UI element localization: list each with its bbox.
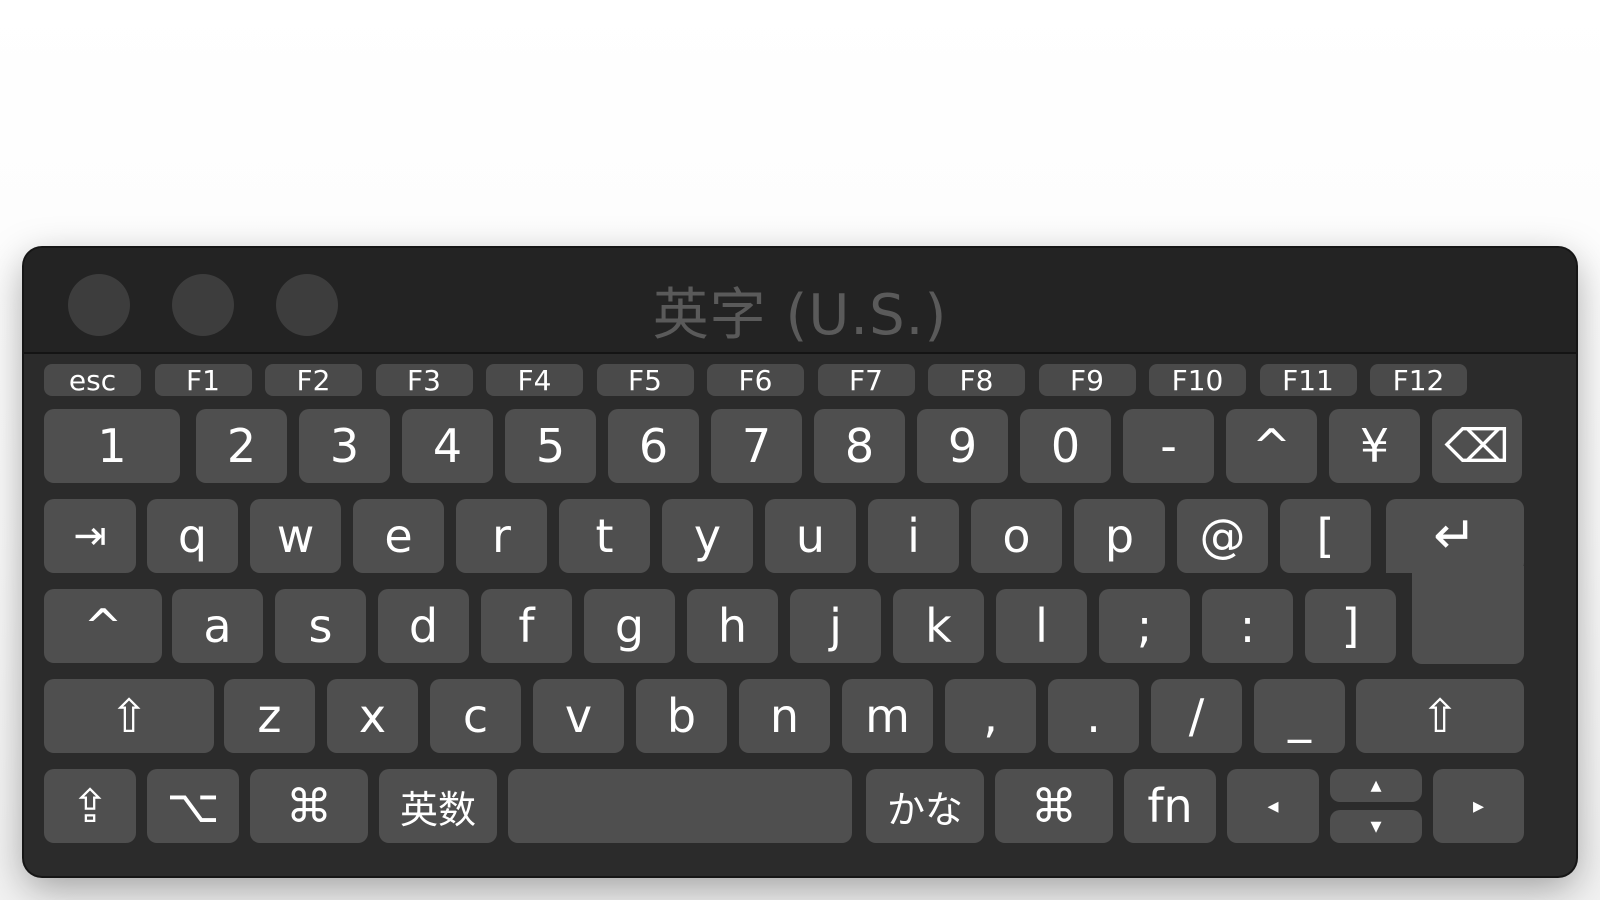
- key-eisu[interactable]: 英数: [379, 769, 497, 843]
- key-comma[interactable]: ,: [945, 679, 1036, 753]
- key-f11[interactable]: F11: [1259, 364, 1357, 397]
- key-6[interactable]: 6: [608, 409, 699, 483]
- key-s[interactable]: s: [275, 589, 366, 663]
- key-minus[interactable]: -: [1123, 409, 1214, 483]
- key-5[interactable]: 5: [505, 409, 596, 483]
- key-f10[interactable]: F10: [1149, 364, 1246, 397]
- key-w[interactable]: w: [250, 499, 341, 573]
- key-8[interactable]: 8: [814, 409, 905, 483]
- key-period[interactable]: .: [1048, 679, 1139, 753]
- key-shift-right[interactable]: ⇧: [1356, 679, 1524, 753]
- key-f5[interactable]: F5: [596, 364, 694, 397]
- key-f1[interactable]: F1: [154, 364, 252, 397]
- key-l[interactable]: l: [996, 589, 1087, 663]
- key-p[interactable]: p: [1074, 499, 1165, 573]
- key-0[interactable]: 0: [1020, 409, 1111, 483]
- key-colon[interactable]: :: [1202, 589, 1293, 663]
- key-i[interactable]: i: [868, 499, 959, 573]
- key-f4[interactable]: F4: [486, 364, 583, 397]
- key-control[interactable]: ^: [44, 589, 162, 663]
- key-a[interactable]: a: [172, 589, 263, 663]
- key-3[interactable]: 3: [299, 409, 390, 483]
- key-u[interactable]: u: [765, 499, 856, 573]
- key-k[interactable]: k: [893, 589, 984, 663]
- key-return-lower[interactable]: [1412, 566, 1524, 664]
- key-tab[interactable]: ⇥: [44, 499, 136, 573]
- key-f8[interactable]: F8: [928, 364, 1025, 397]
- key-caret[interactable]: ^: [1226, 409, 1317, 483]
- key-underscore[interactable]: _: [1254, 679, 1345, 753]
- key-q[interactable]: q: [147, 499, 238, 573]
- key-2[interactable]: 2: [196, 409, 287, 483]
- key-1[interactable]: 1: [44, 409, 180, 483]
- key-h[interactable]: h: [687, 589, 778, 663]
- key-x[interactable]: x: [327, 679, 418, 753]
- key-r[interactable]: r: [456, 499, 547, 573]
- key-9[interactable]: 9: [917, 409, 1008, 483]
- key-command-left[interactable]: ⌘: [250, 769, 368, 843]
- key-b[interactable]: b: [636, 679, 727, 753]
- key-c[interactable]: c: [430, 679, 521, 753]
- key-option[interactable]: ⌥: [147, 769, 239, 843]
- key-arrow-up[interactable]: ▴: [1330, 769, 1422, 802]
- key-f[interactable]: f: [481, 589, 572, 663]
- key-n[interactable]: n: [739, 679, 830, 753]
- key-v[interactable]: v: [533, 679, 624, 753]
- key-t[interactable]: t: [559, 499, 650, 573]
- key-semicolon[interactable]: ;: [1099, 589, 1190, 663]
- keyboard-viewer-window: 英字 (U.S.) esc F1 F2 F3 F4 F5 F6 F7 F8 F9 F10 F11 F12…: [24, 248, 1576, 876]
- key-return[interactable]: ↵: [1386, 499, 1524, 573]
- key-f9[interactable]: F9: [1038, 364, 1136, 397]
- key-yen[interactable]: ¥: [1329, 409, 1420, 483]
- key-esc[interactable]: esc: [44, 364, 141, 397]
- key-g[interactable]: g: [584, 589, 675, 663]
- key-f6[interactable]: F6: [707, 364, 804, 397]
- key-j[interactable]: j: [790, 589, 881, 663]
- key-space[interactable]: [508, 769, 852, 843]
- window-title: 英字 (U.S.): [652, 283, 948, 348]
- key-slash[interactable]: /: [1151, 679, 1242, 753]
- key-f2[interactable]: F2: [265, 364, 362, 397]
- key-bracket-right[interactable]: ]: [1305, 589, 1396, 663]
- key-caps-lock[interactable]: ⇪: [44, 769, 136, 843]
- key-bracket-left[interactable]: [: [1280, 499, 1371, 573]
- key-z[interactable]: z: [224, 679, 315, 753]
- key-e[interactable]: e: [353, 499, 444, 573]
- key-delete[interactable]: ⌫: [1432, 409, 1522, 483]
- key-arrow-down[interactable]: ▾: [1330, 810, 1422, 843]
- key-o[interactable]: o: [971, 499, 1062, 573]
- key-f12[interactable]: F12: [1370, 364, 1467, 397]
- key-shift-left[interactable]: ⇧: [44, 679, 214, 753]
- key-7[interactable]: 7: [711, 409, 802, 483]
- key-f7[interactable]: F7: [817, 364, 915, 397]
- key-kana[interactable]: かな: [866, 769, 984, 843]
- key-f3[interactable]: F3: [375, 364, 473, 397]
- key-arrow-left[interactable]: ◂: [1227, 769, 1319, 843]
- key-y[interactable]: y: [662, 499, 753, 573]
- key-fn[interactable]: fn: [1124, 769, 1216, 843]
- key-command-right[interactable]: ⌘: [995, 769, 1113, 843]
- key-at[interactable]: @: [1177, 499, 1268, 573]
- key-m[interactable]: m: [842, 679, 933, 753]
- key-arrow-right[interactable]: ▸: [1433, 769, 1524, 843]
- key-d[interactable]: d: [378, 589, 469, 663]
- key-4[interactable]: 4: [402, 409, 493, 483]
- title-bar: 英字 (U.S.): [24, 248, 1576, 354]
